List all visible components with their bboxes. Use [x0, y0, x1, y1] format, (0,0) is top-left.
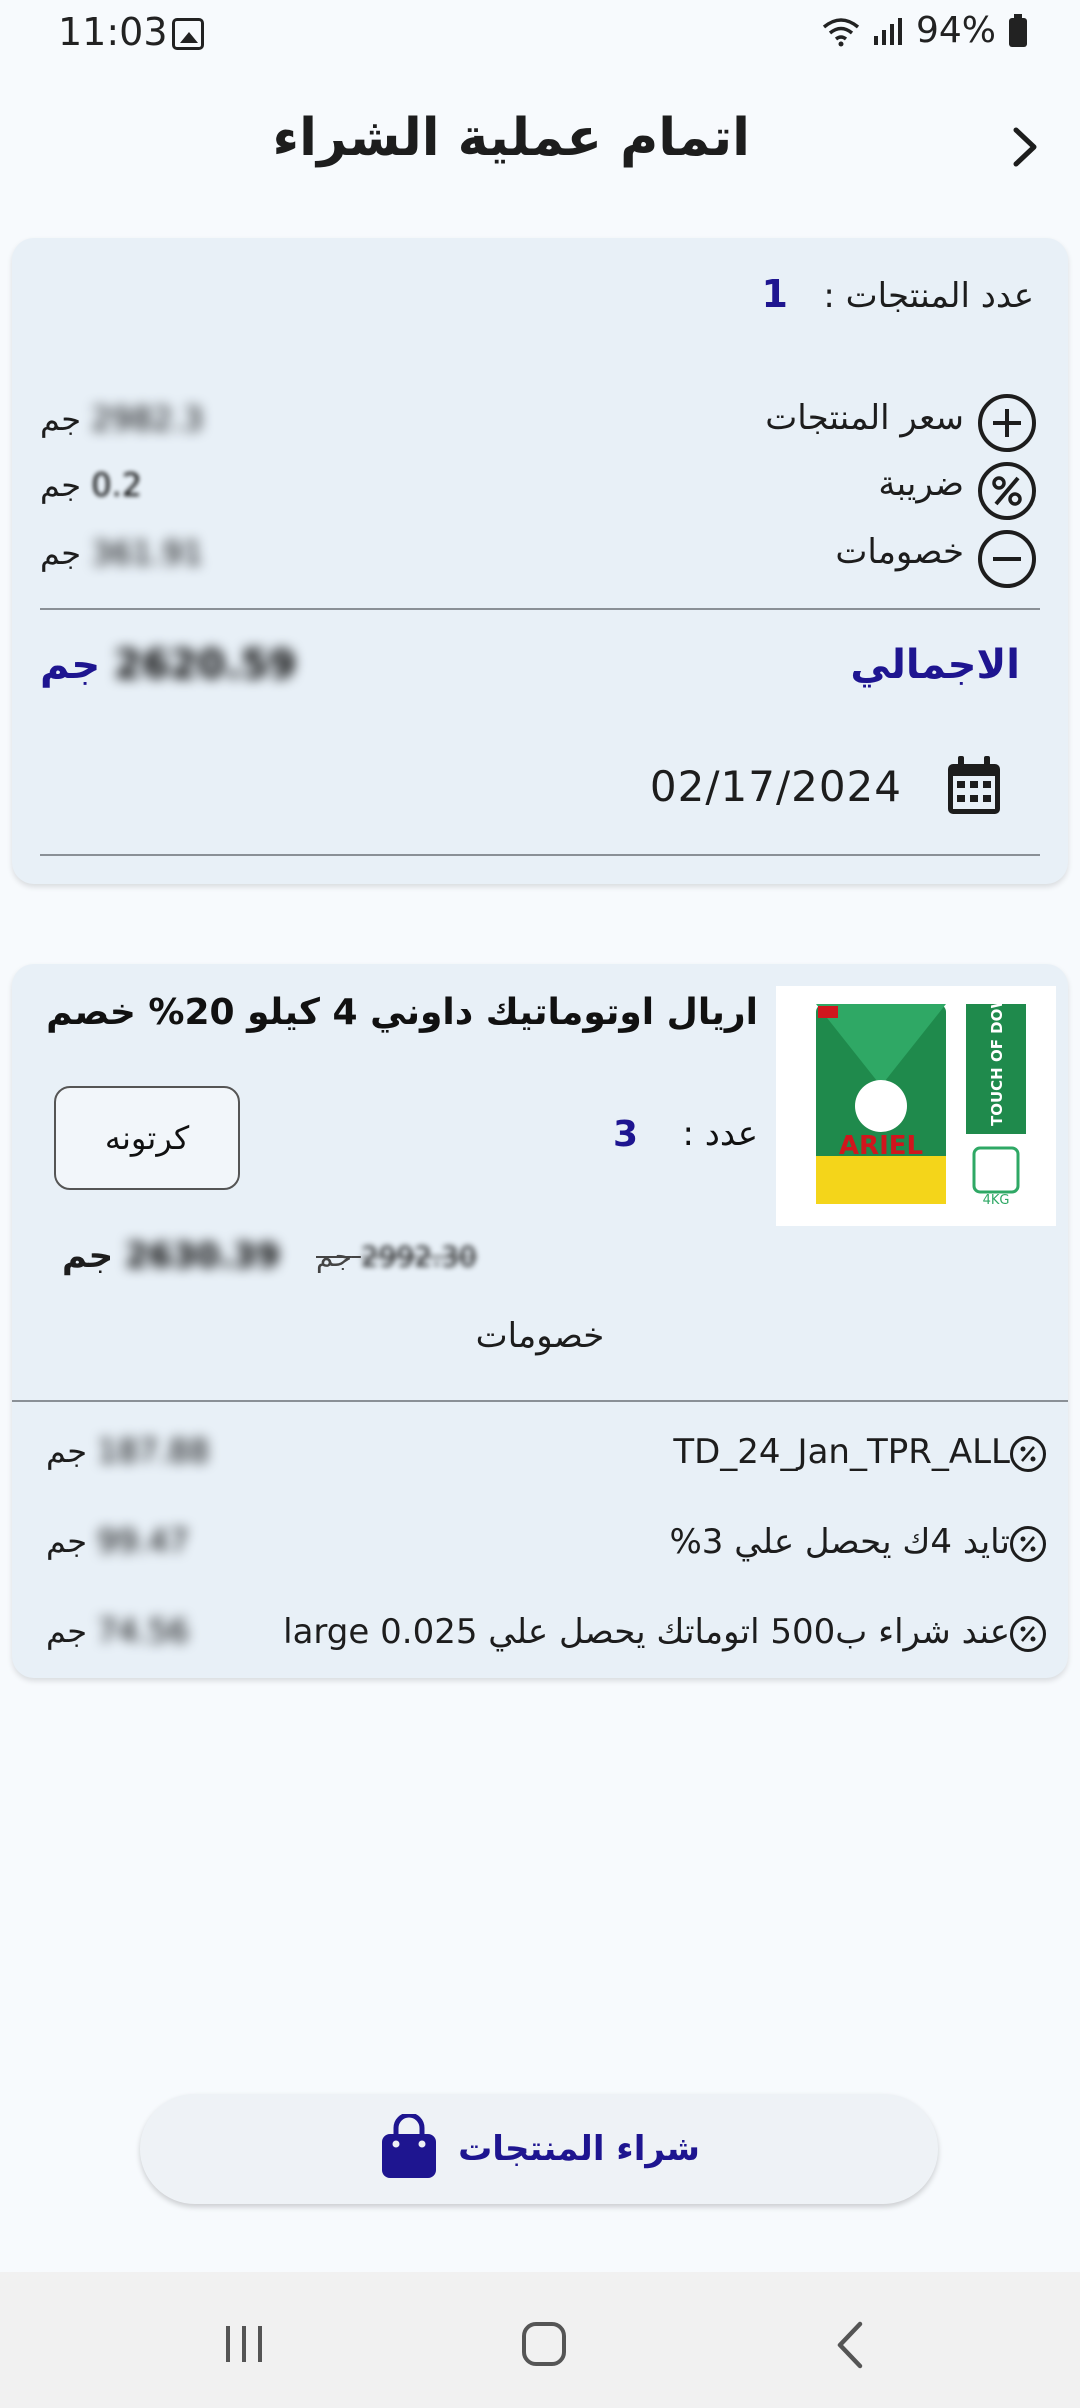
quantity-label: عدد : — [682, 1114, 758, 1154]
shopping-bag-icon — [378, 2112, 440, 2184]
currency-label: جم — [40, 466, 82, 504]
buy-products-label: شراء المنتجات — [458, 2129, 700, 2169]
battery-percent: 94% — [915, 10, 996, 51]
product-price-after-value: 2630.39 — [125, 1236, 280, 1276]
minus-circle-icon — [978, 530, 1036, 588]
products-price-amount: 2982.3 جم — [40, 400, 203, 438]
battery-icon — [1008, 13, 1028, 48]
total-value: 2620.59 — [114, 642, 297, 688]
product-side-text: TOUCH OF DOWNY — [988, 986, 1006, 1126]
wifi-icon — [822, 17, 860, 46]
discounts-section-title: خصومات — [475, 1316, 605, 1356]
discounts-label: خصومات — [835, 532, 964, 572]
discount-amount-value: 74.56 — [97, 1612, 189, 1650]
product-name: اريال اوتوماتيك داوني 4 كيلو 20% خصم — [46, 992, 758, 1033]
discount-amount: 187.88 جم — [46, 1432, 209, 1470]
product-price-before: 2992.30 جم — [316, 1240, 477, 1273]
discount-percent-icon — [1010, 1436, 1046, 1472]
currency-label: جم — [62, 1236, 114, 1276]
total-label: الاجمالي — [850, 642, 1020, 688]
image-notification-icon — [172, 18, 204, 50]
percent-circle-icon — [978, 462, 1036, 520]
product-card: ARIEL TOUCH OF DOWNY 4KG اريال اوتوماتيك… — [12, 964, 1068, 1678]
products-count-label: عدد المنتجات : — [823, 276, 1034, 316]
tax-label: ضريبة — [878, 464, 964, 504]
product-weight-text: 4KG — [983, 1193, 1010, 1208]
discounts-amount: 361.91 جم — [40, 534, 203, 572]
chevron-right-icon[interactable] — [1000, 122, 1050, 172]
discount-percent-icon — [1010, 1526, 1046, 1562]
products-price-value: 2982.3 — [91, 400, 204, 438]
products-price-label: سعر المنتجات — [765, 398, 964, 438]
unit-selector-button[interactable]: كرتونه — [54, 1086, 240, 1190]
back-icon[interactable] — [830, 2320, 870, 2374]
discount-amount: 74.56 جم — [46, 1612, 189, 1650]
signal-icon — [872, 16, 904, 46]
tax-amount: 0.2 جم — [40, 466, 142, 504]
discount-amount-value: 99.47 — [97, 1522, 189, 1560]
summary-divider — [40, 608, 1040, 610]
product-image: ARIEL TOUCH OF DOWNY 4KG — [776, 968, 1056, 1226]
buy-products-button[interactable]: شراء المنتجات — [140, 2094, 938, 2204]
recents-icon[interactable] — [222, 2322, 266, 2370]
currency-label: جم — [46, 1432, 88, 1470]
currency-label: جم — [316, 1240, 352, 1273]
order-date-field[interactable]: 02/17/2024 — [650, 762, 902, 811]
product-brand-text: ARIEL — [839, 1131, 923, 1161]
plus-circle-icon — [978, 394, 1036, 452]
total-amount: 2620.59 جم — [40, 642, 296, 688]
product-price-before-value: 2992.30 — [360, 1240, 477, 1273]
discounts-value: 361.91 — [91, 534, 204, 572]
quantity-value: 3 — [612, 1114, 638, 1155]
system-nav-bar — [0, 2272, 1080, 2408]
discount-name: TD_24_Jan_TPR_ALL — [673, 1432, 1010, 1472]
page-title: اتمام عملية الشراء — [272, 108, 750, 168]
currency-label: جم — [40, 400, 82, 438]
tax-value: 0.2 — [91, 466, 143, 504]
currency-label: جم — [46, 1612, 88, 1650]
status-time: 11:03 — [58, 10, 168, 54]
product-price-after: 2630.39 جم — [62, 1236, 280, 1276]
status-bar: 11:03 94% — [0, 0, 1080, 70]
discount-percent-icon — [1010, 1616, 1046, 1652]
discount-name: عند شراء ب500 اتوماتك يحصل علي 0.025 lar… — [283, 1612, 1010, 1652]
discount-amount: 99.47 جم — [46, 1522, 189, 1560]
products-count-value: 1 — [761, 272, 788, 316]
status-indicators: 94% — [822, 10, 1028, 51]
discount-amount-value: 187.88 — [97, 1432, 210, 1470]
order-summary-card: عدد المنتجات : 1 سعر المنتجات 2982.3 جم … — [12, 238, 1068, 884]
currency-label: جم — [40, 642, 101, 688]
date-underline — [40, 854, 1040, 856]
currency-label: جم — [46, 1522, 88, 1560]
calendar-icon[interactable] — [946, 756, 1002, 820]
discount-name: تايد 4ك يحصل علي 3% — [669, 1522, 1010, 1562]
currency-label: جم — [40, 534, 82, 572]
discounts-divider — [12, 1400, 1068, 1402]
home-icon[interactable] — [520, 2320, 568, 2372]
app-header: اتمام عملية الشراء — [0, 100, 1080, 200]
